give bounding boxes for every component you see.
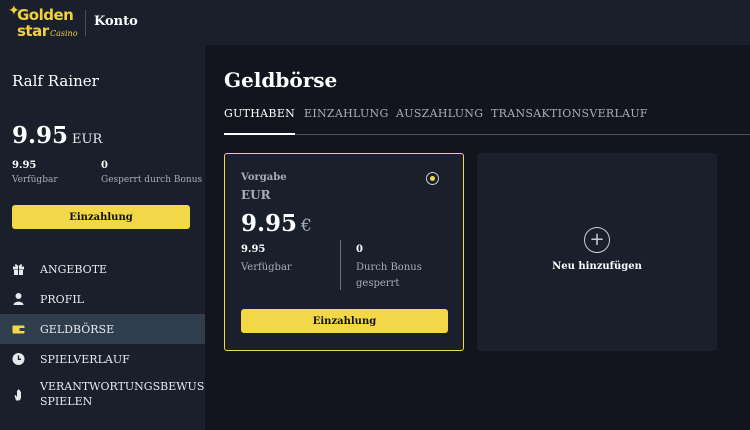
wallet-bonus-label: Durch Bonus gesperrt — [356, 260, 422, 292]
logo-text-casino: Casino — [50, 29, 78, 38]
sidebar-balance: 9.95 EUR — [12, 122, 102, 149]
golden-star-casino-logo[interactable]: ✦ Golden star Casino — [8, 4, 80, 42]
wallet-default-radio[interactable] — [426, 172, 439, 185]
clock-icon — [12, 353, 25, 366]
wallet-deposit-button[interactable]: Einzahlung — [241, 309, 448, 333]
wallet-bonus-label-line2: gesperrt — [356, 278, 400, 289]
sidebar-item-label-line2: SPIELEN — [40, 395, 93, 408]
wallet-available-label: Verfügbar — [241, 262, 292, 273]
tab-guthaben[interactable]: GUTHABEN — [224, 106, 296, 135]
sidebar-item-label: GELDBÖRSE — [40, 322, 115, 336]
sidebar-item-verantwortungsbewusstes-spielen[interactable]: VERANTWORTUNGSBEWUSSTES SPIELEN — [0, 374, 235, 414]
available-summary: 9.95 Verfügbar — [12, 160, 58, 185]
sidebar-item-label: ANGEBOTE — [40, 262, 108, 276]
sidebar-item-label: PROFIL — [40, 292, 84, 306]
header-divider — [85, 10, 86, 36]
wallet-amount: 9.95 € — [241, 210, 312, 237]
sidebar-deposit-button[interactable]: Einzahlung — [12, 205, 190, 229]
wallet-tabs: GUTHABEN EINZAHLUNG AUSZAHLUNG TRANSAKTI… — [224, 106, 750, 135]
sidebar-item-spielverlauf[interactable]: SPIELVERLAUF — [0, 344, 205, 374]
add-wallet-card[interactable]: + Neu hinzufügen — [477, 153, 717, 351]
hand-icon — [12, 388, 25, 401]
sidebar-item-label: SPIELVERLAUF — [40, 352, 130, 366]
logo-text-golden: Golden — [17, 6, 74, 24]
tab-transaktionsverlauf[interactable]: TRANSAKTIONSVERLAUF — [491, 106, 648, 135]
wallet-amount-value: 9.95 — [241, 210, 298, 237]
user-icon — [12, 293, 25, 306]
wallet-available: 9.95 Verfügbar — [241, 244, 292, 276]
page-title: Geldbörse — [224, 68, 338, 92]
wallet-bonus-value: 0 — [356, 244, 363, 255]
locked-summary: 0 Gesperrt durch Bonus — [101, 160, 202, 185]
locked-label: Gesperrt durch Bonus — [101, 175, 203, 185]
account-sidebar: Ralf Rainer 9.95 EUR 9.95 Verfügbar 0 Ges… — [0, 45, 235, 430]
tab-auszahlung[interactable]: AUSZAHLUNG — [396, 106, 483, 135]
wallet-icon — [12, 323, 25, 336]
balance-currency: EUR — [72, 132, 103, 147]
euro-symbol: € — [301, 216, 312, 236]
tab-einzahlung[interactable]: EINZAHLUNG — [304, 106, 389, 135]
available-value: 9.95 — [12, 160, 37, 171]
wallet-column-divider — [340, 240, 341, 290]
wallet-label: Vorgabe — [241, 172, 287, 183]
wallet-currency: EUR — [241, 188, 271, 202]
plus-circle-icon: + — [584, 227, 610, 253]
main-content: Geldbörse GUTHABEN EINZAHLUNG AUSZAHLUNG… — [205, 45, 750, 430]
top-bar: ✦ Golden star Casino Konto — [0, 0, 750, 45]
wallet-bonus-locked: 0 Durch Bonus gesperrt — [356, 244, 422, 292]
sidebar-nav: ANGEBOTE PROFIL GELDBÖRSE SPIELVERLAUF V… — [0, 254, 235, 414]
gift-icon — [12, 263, 25, 276]
wallet-card[interactable]: Vorgabe EUR 9.95 € 9.95 Verfügbar 0 Durch… — [224, 153, 464, 351]
balance-amount: 9.95 — [12, 122, 69, 149]
sidebar-item-geldboerse[interactable]: GELDBÖRSE — [0, 314, 205, 344]
available-label: Verfügbar — [12, 175, 58, 185]
locked-value: 0 — [101, 160, 108, 171]
sidebar-item-angebote[interactable]: ANGEBOTE — [0, 254, 205, 284]
user-name: Ralf Rainer — [12, 72, 99, 90]
logo-text-star: star — [17, 22, 49, 40]
header-title: Konto — [94, 14, 138, 29]
wallet-available-value: 9.95 — [241, 244, 266, 255]
add-wallet-label: Neu hinzufügen — [552, 261, 642, 272]
wallet-bonus-label-line1: Durch Bonus — [356, 262, 422, 273]
sidebar-item-profil[interactable]: PROFIL — [0, 284, 205, 314]
